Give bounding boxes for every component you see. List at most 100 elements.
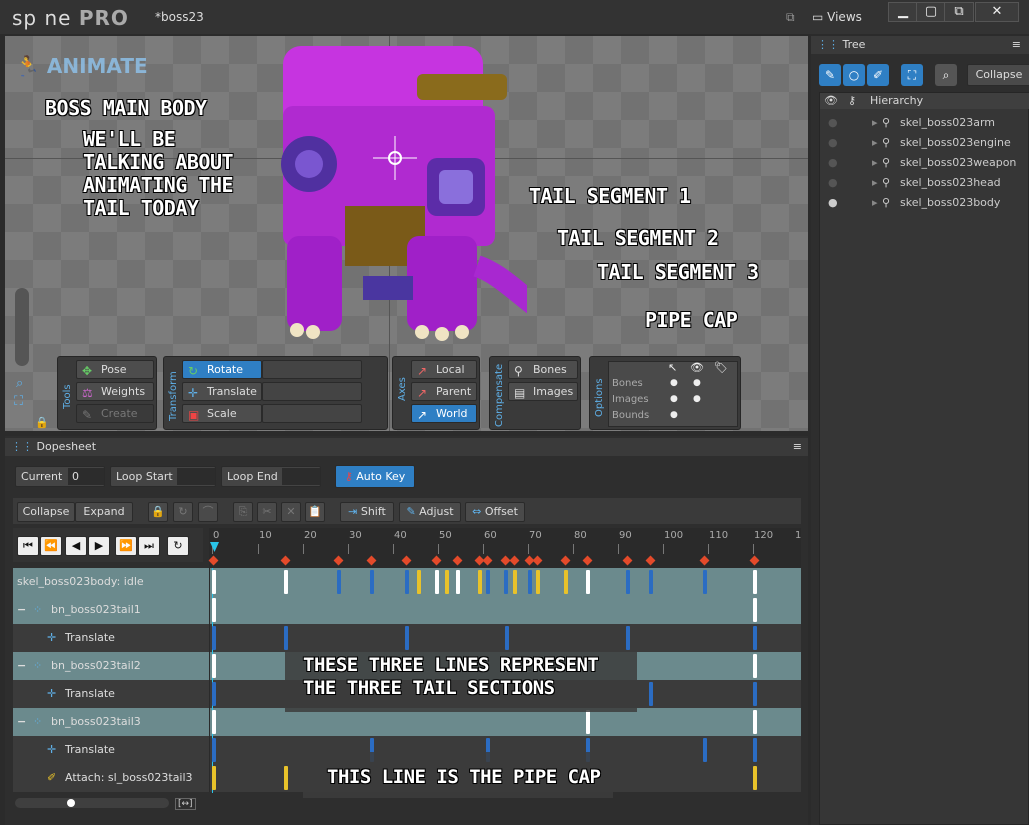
- scale-value-field[interactable]: [262, 404, 362, 423]
- parent-axes-button[interactable]: ↗ Parent: [411, 382, 477, 401]
- keyframe[interactable]: [504, 570, 508, 594]
- rotate-button[interactable]: ↻ Rotate: [182, 360, 262, 379]
- auto-key-button[interactable]: ⚷ Auto Key: [335, 465, 415, 488]
- keyframe[interactable]: [212, 654, 216, 678]
- play-forward-button[interactable]: ▶: [88, 536, 110, 556]
- adjust-button[interactable]: ✎ Adjust: [399, 502, 461, 522]
- collapse-row-icon[interactable]: −: [17, 708, 26, 736]
- restore-viewport-icon[interactable]: ⧉: [786, 10, 795, 25]
- keyframe[interactable]: [212, 738, 216, 762]
- keyframe[interactable]: [703, 738, 707, 762]
- tree-item[interactable]: ● ▸ ⚲ skel_boss023body: [820, 193, 1029, 213]
- keyframe[interactable]: [528, 570, 532, 594]
- paste-icon[interactable]: 📋: [305, 502, 325, 522]
- create-button[interactable]: ✎ Create: [76, 404, 154, 423]
- expand-all-button[interactable]: Expand: [75, 502, 133, 522]
- images-visible-toggle[interactable]: ●: [693, 394, 701, 404]
- search-icon[interactable]: ⌕: [935, 64, 957, 86]
- views-button[interactable]: ▭ Views: [812, 10, 862, 24]
- loop-start-field[interactable]: Loop Start: [110, 466, 216, 487]
- keyframe[interactable]: [753, 682, 757, 706]
- bones-select-toggle[interactable]: ●: [670, 378, 678, 388]
- translate-button[interactable]: ✛ Translate: [182, 382, 262, 401]
- keyframe[interactable]: [284, 570, 288, 594]
- brush-filter-icon[interactable]: ✎: [819, 64, 841, 86]
- lock-icon[interactable]: 🔒: [35, 416, 49, 429]
- frame-selection-icon[interactable]: ⛶: [901, 64, 923, 86]
- rotate-value-field[interactable]: [262, 360, 362, 379]
- next-key-button[interactable]: ⏩: [115, 536, 137, 556]
- keyframe[interactable]: [564, 570, 568, 594]
- lock-icon[interactable]: 🔒: [148, 502, 168, 522]
- collapse-row-icon[interactable]: −: [17, 596, 26, 624]
- restore-button[interactable]: ⧉: [944, 2, 974, 22]
- first-frame-button[interactable]: ⏮: [17, 536, 39, 556]
- zoom-slider[interactable]: [15, 288, 29, 366]
- keyframe[interactable]: [649, 570, 653, 594]
- keyframe[interactable]: [435, 570, 439, 594]
- loop-playback-button[interactable]: ↻: [167, 536, 189, 556]
- close-button[interactable]: ✕: [975, 2, 1019, 22]
- tree-item[interactable]: ● ▸ ⚲ skel_boss023weapon: [820, 153, 1029, 173]
- scale-button[interactable]: ▣ Scale: [182, 404, 262, 423]
- paperclip-filter-icon[interactable]: ✐: [867, 64, 889, 86]
- delete-icon[interactable]: ✕: [281, 502, 301, 522]
- keyframe[interactable]: [405, 570, 409, 594]
- keyframe[interactable]: [505, 626, 509, 650]
- loop-end-field[interactable]: Loop End: [221, 466, 321, 487]
- viewport[interactable]: 🏃 ANIMATE BOSS MAIN BODY WE'LL BE TALKIN…: [5, 36, 808, 431]
- keyframe[interactable]: [626, 626, 630, 650]
- zoom-icon[interactable]: ⌕: [16, 376, 23, 391]
- keyframe[interactable]: [753, 570, 757, 594]
- keyframe[interactable]: [284, 766, 288, 790]
- bones-visible-toggle[interactable]: ●: [693, 378, 701, 388]
- loop-icon[interactable]: ↻: [173, 502, 193, 522]
- tree-item[interactable]: ● ▸ ⚲ skel_boss023arm: [820, 113, 1029, 133]
- keyframe[interactable]: [417, 570, 421, 594]
- keyframe[interactable]: [212, 766, 216, 790]
- keyframe[interactable]: [486, 570, 490, 594]
- collapse-button[interactable]: Collapse: [967, 64, 1029, 86]
- keyframe[interactable]: [586, 570, 590, 594]
- zoom-scrollbar[interactable]: [15, 798, 169, 808]
- keyframe[interactable]: [753, 654, 757, 678]
- fit-timeline-icon[interactable]: [↔]: [175, 798, 196, 810]
- world-axes-button[interactable]: ↗ World: [411, 404, 477, 423]
- keyframe[interactable]: [456, 570, 460, 594]
- keyframe[interactable]: [626, 570, 630, 594]
- copy-icon[interactable]: ⎘: [233, 502, 253, 522]
- keyframe[interactable]: [753, 738, 757, 762]
- pose-button[interactable]: ✥ Pose: [76, 360, 154, 379]
- offset-button[interactable]: ⇔ Offset: [465, 502, 525, 522]
- last-frame-button[interactable]: ⏭: [138, 536, 160, 556]
- cut-icon[interactable]: ✂: [257, 502, 277, 522]
- compensate-bones-button[interactable]: ⚲ Bones: [508, 360, 578, 379]
- keyframe[interactable]: [649, 682, 653, 706]
- keyframe[interactable]: [445, 570, 449, 594]
- play-backward-button[interactable]: ◀: [65, 536, 87, 556]
- keyframe[interactable]: [212, 626, 216, 650]
- circle-filter-icon[interactable]: ○: [843, 64, 865, 86]
- collapse-row-icon[interactable]: −: [17, 652, 26, 680]
- local-axes-button[interactable]: ↗ Local: [411, 360, 477, 379]
- panel-menu-icon[interactable]: ≡: [1012, 36, 1021, 54]
- weights-button[interactable]: ⚖ Weights: [76, 382, 154, 401]
- keyframe[interactable]: [212, 682, 216, 706]
- dopesheet-tab[interactable]: Dopesheet: [37, 440, 97, 453]
- dopesheet-row[interactable]: − ⁘ bn_boss023tail1: [13, 596, 801, 624]
- zoom-scrollbar-thumb[interactable]: [67, 799, 75, 807]
- tree-item[interactable]: ● ▸ ⚲ skel_boss023engine: [820, 133, 1029, 153]
- maximize-button[interactable]: ▢: [916, 2, 946, 22]
- keyframe[interactable]: [337, 570, 341, 594]
- prev-key-button[interactable]: ⏪: [40, 536, 62, 556]
- keyframe[interactable]: [703, 570, 707, 594]
- keyframe[interactable]: [513, 570, 517, 594]
- keyframe[interactable]: [478, 570, 482, 594]
- keyframe[interactable]: [753, 766, 757, 790]
- panel-menu-icon[interactable]: ≡: [793, 438, 802, 456]
- bounds-select-toggle[interactable]: ●: [670, 410, 678, 420]
- keyframe[interactable]: [212, 710, 216, 734]
- curve-icon[interactable]: ⌒: [198, 502, 218, 522]
- current-frame-field[interactable]: Current 0: [15, 466, 105, 487]
- compensate-images-button[interactable]: ▤ Images: [508, 382, 578, 401]
